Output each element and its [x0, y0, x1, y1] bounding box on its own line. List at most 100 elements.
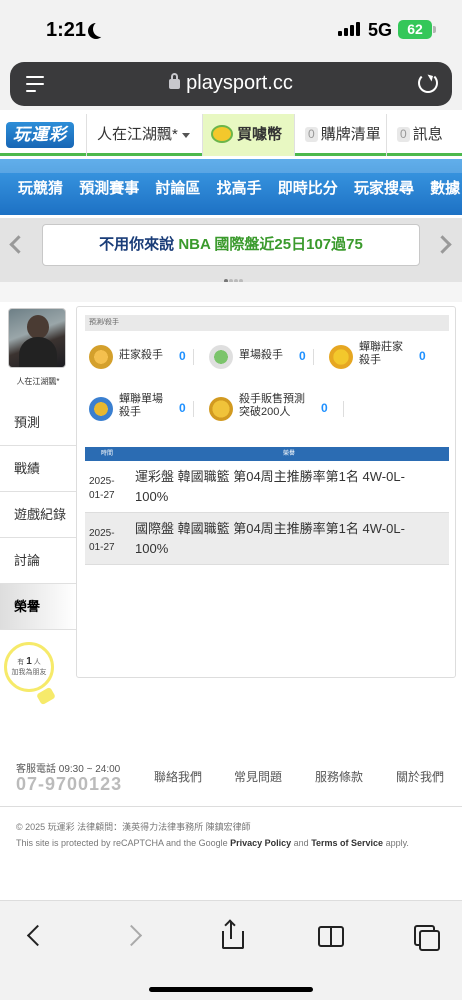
honor-bank-killer: 莊家殺手 0	[89, 345, 199, 369]
table-row: 2025-01-27 運彩盤 韓國職籃 第04周主推勝率第1名 4W-0L-10…	[85, 461, 449, 513]
avatar[interactable]	[8, 308, 66, 368]
footer-link-contact[interactable]: 聯絡我們	[154, 768, 202, 785]
recaptcha-notice: This site is protected by reCAPTCHA and …	[16, 838, 409, 848]
profile-sidebar: 人在江湖飄* 預測 戰績 遊戲紀錄 討論 榮譽 有 1 人 加我為朋友	[0, 302, 76, 742]
honor-consecutive-bank-killer: 蟬聯莊家殺手 0	[329, 341, 449, 369]
sidebar-item-discussion[interactable]: 討論	[0, 538, 76, 584]
nav-item-forum[interactable]: 討論區	[155, 180, 200, 197]
sidebar-item-record[interactable]: 戰績	[0, 446, 76, 492]
chevron-left-icon[interactable]	[6, 232, 28, 258]
message-count-badge: 0	[397, 126, 410, 142]
messages-link[interactable]: 0 訊息	[386, 114, 462, 156]
nav-item-player-search[interactable]: 玩家搜尋	[354, 180, 414, 197]
table-header: 時間 榮譽	[85, 447, 449, 461]
carousel-highlight: NBA 國際盤近25日107過75	[178, 236, 363, 253]
column-header-honor: 榮譽	[282, 451, 295, 457]
back-icon[interactable]	[20, 921, 48, 949]
status-time: 1:21	[46, 19, 87, 41]
url-text: playsport.cc	[186, 72, 293, 94]
chevron-right-icon[interactable]	[434, 232, 456, 258]
buy-coin-button[interactable]: 買噱幣	[202, 114, 294, 156]
forward-icon[interactable]	[122, 921, 150, 949]
bank-killer-badge-icon	[89, 345, 113, 369]
sales-badge-icon	[209, 397, 233, 421]
column-header-time: 時間	[100, 451, 113, 457]
service-hours: 客服電話 09:30 ~ 24:00	[16, 764, 121, 775]
honor-count: 0	[419, 349, 426, 363]
honor-consecutive-single-killer: 蟬聯單場殺手 0	[89, 393, 199, 421]
messages-label: 訊息	[412, 126, 443, 143]
honor-sales-milestone: 殺手販售預測突破200人 0	[209, 393, 339, 421]
sidebar-item-honors[interactable]: 榮譽	[0, 584, 76, 630]
browser-toolbar-bottom	[0, 900, 462, 1000]
battery-icon: 62	[398, 20, 436, 39]
lock-icon	[169, 73, 181, 89]
row-honor-text: 國際盤 韓國職籃 第04周主推勝率第1名 4W-0L-100%	[135, 521, 405, 556]
captcha-apply: apply.	[383, 838, 409, 848]
single-killer-badge-icon	[209, 345, 233, 369]
row-date: 2025-01-27	[89, 528, 115, 553]
purchase-count-badge: 0	[305, 126, 318, 142]
footer-link-about[interactable]: 關於我們	[396, 768, 444, 785]
bookmarks-icon[interactable]	[316, 921, 344, 949]
honor-count: 0	[179, 349, 186, 363]
tip-suffix: 人	[33, 659, 41, 666]
user-menu[interactable]: 人在江湖飄*	[86, 114, 202, 156]
consecutive-single-killer-badge-icon	[89, 397, 113, 421]
honor-single-killer: 單場殺手 0	[209, 345, 319, 369]
honors-panel: 預測/殺手 莊家殺手 0 單場殺手 0 蟬聯莊家殺手 0 蟬聯單場殺手 0 殺手…	[76, 306, 456, 678]
add-friend-lightbulb-icon[interactable]: 有 1 人 加我為朋友	[4, 642, 54, 692]
tip-text: 加我為朋友	[11, 669, 47, 676]
buy-coin-label: 買噱幣	[237, 126, 283, 143]
captcha-prefix: This site is protected by reCAPTCHA and …	[16, 838, 231, 848]
consecutive-bank-killer-badge-icon	[329, 345, 353, 369]
honor-label: 莊家殺手	[119, 349, 163, 361]
nav-item-experts[interactable]: 找高手	[217, 180, 262, 197]
address-bar[interactable]: playsport.cc	[10, 62, 452, 106]
site-header: 玩運彩 人在江湖飄* 買噱幣 0 購牌清單 0 訊息	[0, 114, 462, 156]
service-phone[interactable]: 07-9700123	[16, 774, 122, 795]
honor-label: 蟬聯莊家殺手	[359, 341, 403, 366]
terms-of-service-link[interactable]: Terms of Service	[311, 838, 383, 848]
purchase-list-link[interactable]: 0 購牌清單	[294, 114, 386, 156]
nav-item-guess[interactable]: 玩競猜	[18, 180, 63, 197]
footer-link-faq[interactable]: 常見問題	[234, 768, 282, 785]
tabs-icon[interactable]	[412, 921, 440, 951]
honor-label: 單場殺手	[239, 349, 283, 361]
network-type: 5G	[368, 20, 393, 40]
tip-count: 1	[26, 656, 32, 667]
cellular-signal-icon	[338, 22, 360, 36]
nav-item-predict[interactable]: 預測賽事	[79, 180, 139, 197]
divider	[313, 349, 314, 365]
honor-count: 0	[321, 401, 328, 415]
honor-count: 0	[299, 349, 306, 363]
do-not-disturb-moon-icon	[93, 21, 109, 37]
share-icon[interactable]	[218, 919, 246, 949]
carousel-slide[interactable]: 不用你來說 NBA 國際盤近25日107過75	[42, 224, 420, 266]
site-logo[interactable]: 玩運彩	[6, 122, 74, 148]
ios-status-bar: 1:21 5G 62	[0, 0, 462, 58]
honor-label: 蟬聯單場殺手	[119, 393, 163, 418]
nav-item-live-score[interactable]: 即時比分	[278, 180, 338, 197]
url-display[interactable]: playsport.cc	[10, 72, 452, 95]
breadcrumb: 預測/殺手	[85, 315, 449, 331]
privacy-policy-link[interactable]: Privacy Policy	[230, 838, 291, 848]
announcement-carousel: 不用你來說 NBA 國際盤近25日107過75	[0, 218, 462, 283]
footer-link-terms[interactable]: 服務條款	[315, 768, 363, 785]
sidebar-item-predictions[interactable]: 預測	[0, 400, 76, 446]
page-divider	[0, 282, 462, 302]
user-name: 人在江湖飄*	[97, 126, 178, 143]
honor-label: 殺手販售預測突破200人	[239, 393, 305, 418]
main-nav: 玩競猜 預測賽事 討論區 找高手 即時比分 玩家搜尋 數據	[0, 159, 462, 215]
purchase-list-label: 購牌清單	[320, 126, 381, 143]
divider	[193, 401, 194, 417]
profile-username: 人在江湖飄*	[16, 377, 60, 386]
nav-item-data[interactable]: 數據	[430, 180, 460, 197]
chevron-down-icon	[181, 132, 190, 138]
divider	[193, 349, 194, 365]
copyright: © 2025 玩運彩 法律顧問：漢英得力法律事務所 陳鎮宏律師	[16, 822, 251, 832]
home-indicator	[149, 987, 313, 992]
reload-icon[interactable]	[418, 73, 438, 93]
sidebar-item-game-history[interactable]: 遊戲紀錄	[0, 492, 76, 538]
row-date: 2025-01-27	[89, 476, 115, 501]
